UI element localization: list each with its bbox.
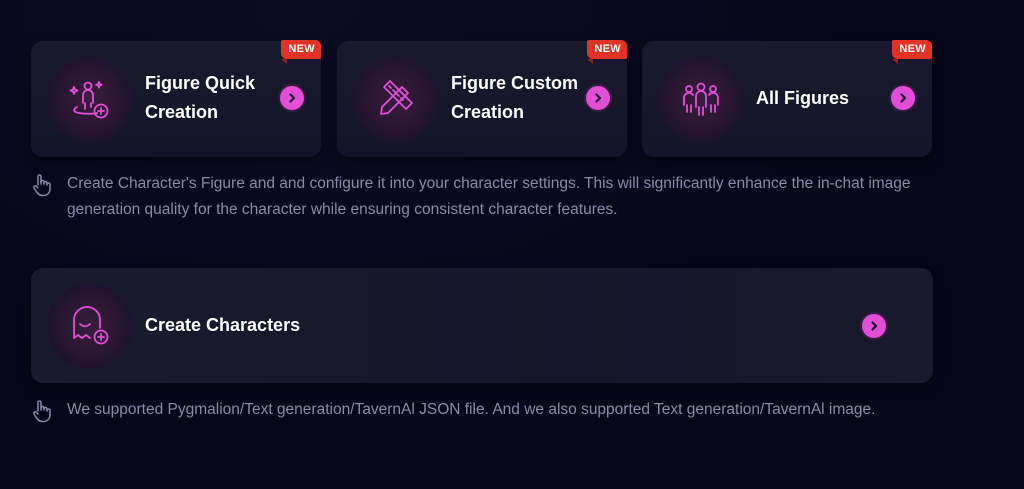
page: Figure Quick Creation NEW Figure Custom …	[0, 0, 1024, 489]
arrow-button[interactable]	[586, 86, 610, 110]
create-characters-label: Create Characters	[145, 315, 301, 335]
create-characters-icon-wrap	[47, 283, 133, 369]
card-label: Figure Quick Creation	[145, 73, 256, 122]
arrow-button[interactable]	[862, 314, 886, 338]
pencil-ruler-icon	[380, 80, 413, 115]
arrow-button[interactable]	[891, 86, 915, 110]
characters-info-note: We supported Pygmalion/Text generation/T…	[31, 397, 951, 453]
figure-info-note: Create Character's Figure and and config…	[31, 171, 951, 227]
card-label: Figure Custom Creation	[451, 73, 579, 122]
pointing-hand-icon	[33, 400, 51, 423]
ghost-add-icon	[73, 306, 109, 345]
chevron-right-icon	[900, 93, 907, 103]
all-figures-icon-wrap	[658, 56, 744, 142]
new-badge: NEW	[892, 40, 932, 64]
chevron-right-icon	[871, 321, 878, 331]
figure-quick-creation-card[interactable]: Figure Quick Creation NEW	[31, 40, 321, 157]
figure-note-text: Create Character's Figure and and config…	[67, 175, 911, 218]
people-group-icon	[683, 82, 719, 116]
figure-quick-creation-icon-wrap	[47, 56, 133, 142]
characters-note-text: We supported Pygmalion/Text generation/T…	[67, 401, 876, 418]
pointing-hand-icon	[33, 174, 51, 197]
figure-quick-creation-icon	[69, 81, 109, 119]
figure-custom-creation-card[interactable]: Figure Custom Creation NEW	[337, 40, 627, 157]
chevron-right-icon	[289, 93, 296, 103]
figure-custom-creation-icon-wrap	[353, 56, 439, 142]
create-characters-card[interactable]: Create Characters	[31, 268, 933, 383]
card-label: All Figures	[756, 88, 850, 108]
new-badge: NEW	[587, 40, 627, 64]
new-badge: NEW	[281, 40, 321, 64]
all-figures-card[interactable]: All Figures NEW	[642, 40, 932, 157]
arrow-button[interactable]	[280, 86, 304, 110]
chevron-right-icon	[595, 93, 602, 103]
